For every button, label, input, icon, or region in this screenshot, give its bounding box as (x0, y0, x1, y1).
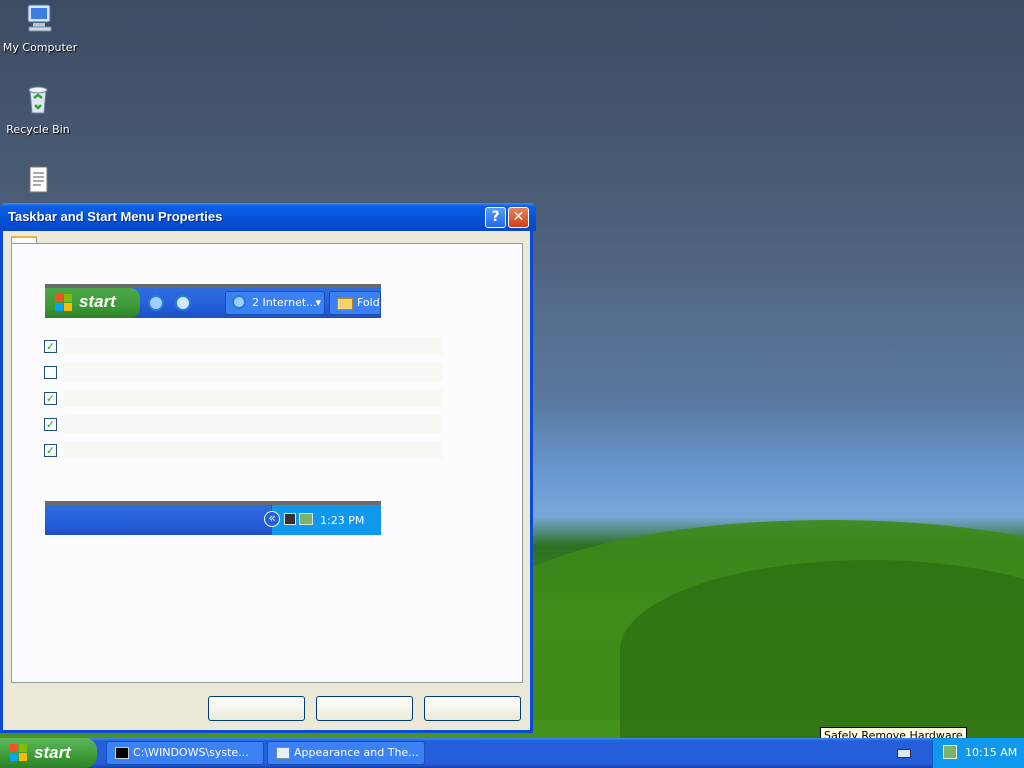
windows-flag-icon (55, 294, 73, 312)
checkmark-icon: ✓ (45, 418, 56, 431)
desktop-icon-document[interactable] (0, 164, 78, 203)
option-checkbox-2[interactable] (44, 366, 57, 379)
option-label-2 (63, 363, 443, 381)
dialog-title: Taskbar and Start Menu Properties (8, 209, 223, 224)
help-button[interactable]: ? (485, 207, 506, 228)
option-label-3 (63, 389, 443, 407)
outlook-express-icon (175, 295, 191, 311)
desktop-icon-my-computer[interactable]: My Computer (0, 2, 80, 54)
taskbar-preview: start 2 Internet... ▾ Folde (45, 284, 381, 318)
dropdown-arrow-icon: ▾ (315, 296, 321, 309)
chevron-left-icon: « (264, 511, 280, 527)
speaker-icon (299, 513, 313, 525)
preview-tray: « 1:23 PM (264, 505, 381, 535)
taskbar-properties-dialog: Taskbar and Start Menu Properties ? ✕ st… (0, 203, 536, 733)
checkmark-icon: ✓ (45, 444, 56, 457)
close-button[interactable]: ✕ (508, 207, 529, 228)
option-checkbox-3[interactable]: ✓ (44, 392, 57, 405)
checkmark-icon: ✓ (45, 340, 56, 353)
preview-task-internet: 2 Internet... ▾ (225, 291, 325, 315)
my-computer-icon (27, 4, 52, 32)
taskbar-button-appearance[interactable]: Appearance and The... (267, 741, 425, 765)
keyboard-icon[interactable] (897, 749, 911, 758)
ok-button[interactable] (208, 696, 305, 721)
document-icon (29, 166, 48, 193)
preview-task-label: 2 Internet... (252, 296, 317, 309)
windows-flag-icon (10, 744, 28, 762)
internet-explorer-icon (232, 295, 246, 309)
control-panel-icon (276, 747, 290, 759)
desktop-icon-recycle-bin[interactable]: Recycle Bin (0, 84, 78, 136)
console-icon (115, 747, 129, 759)
notification-area-preview: « 1:23 PM (45, 501, 381, 535)
system-tray: 10:15 AM (932, 738, 1024, 768)
taskbar-button-label: Appearance and The... (294, 746, 419, 759)
preview-task-label: Folde (357, 296, 380, 309)
start-button[interactable]: start (0, 738, 97, 768)
internet-explorer-icon (148, 295, 164, 311)
folder-icon (337, 298, 353, 310)
taskbar-button-cmd[interactable]: C:\WINDOWS\syste... (106, 741, 264, 765)
taskbar-button-label: C:\WINDOWS\syste... (133, 746, 249, 759)
taskbar-clock[interactable]: 10:15 AM (965, 746, 1017, 759)
apply-button[interactable] (424, 696, 521, 721)
option-checkbox-1[interactable]: ✓ (44, 340, 57, 353)
preview-task-folder: Folde (329, 291, 381, 315)
preview-clock: 1:23 PM (320, 514, 365, 527)
preview-start-button: start (45, 288, 140, 318)
option-label-1 (63, 337, 443, 355)
start-label: start (34, 743, 71, 762)
option-label-4 (63, 415, 443, 433)
desktop-icon-label: My Computer (2, 41, 78, 54)
option-checkbox-4[interactable]: ✓ (44, 418, 57, 431)
recycle-bin-icon (28, 86, 48, 114)
option-label-5 (63, 441, 443, 459)
desktop-icon-label: Recycle Bin (6, 123, 70, 136)
safely-remove-hardware-icon[interactable] (943, 745, 957, 759)
network-icon (284, 513, 296, 525)
checkmark-icon: ✓ (45, 392, 56, 405)
dialog-titlebar[interactable]: Taskbar and Start Menu Properties ? ✕ (0, 203, 536, 231)
preview-start-label: start (79, 292, 116, 311)
taskbar: start C:\WINDOWS\syste... Appearance and… (0, 738, 1024, 768)
option-checkbox-5[interactable]: ✓ (44, 444, 57, 457)
cancel-button[interactable] (316, 696, 413, 721)
